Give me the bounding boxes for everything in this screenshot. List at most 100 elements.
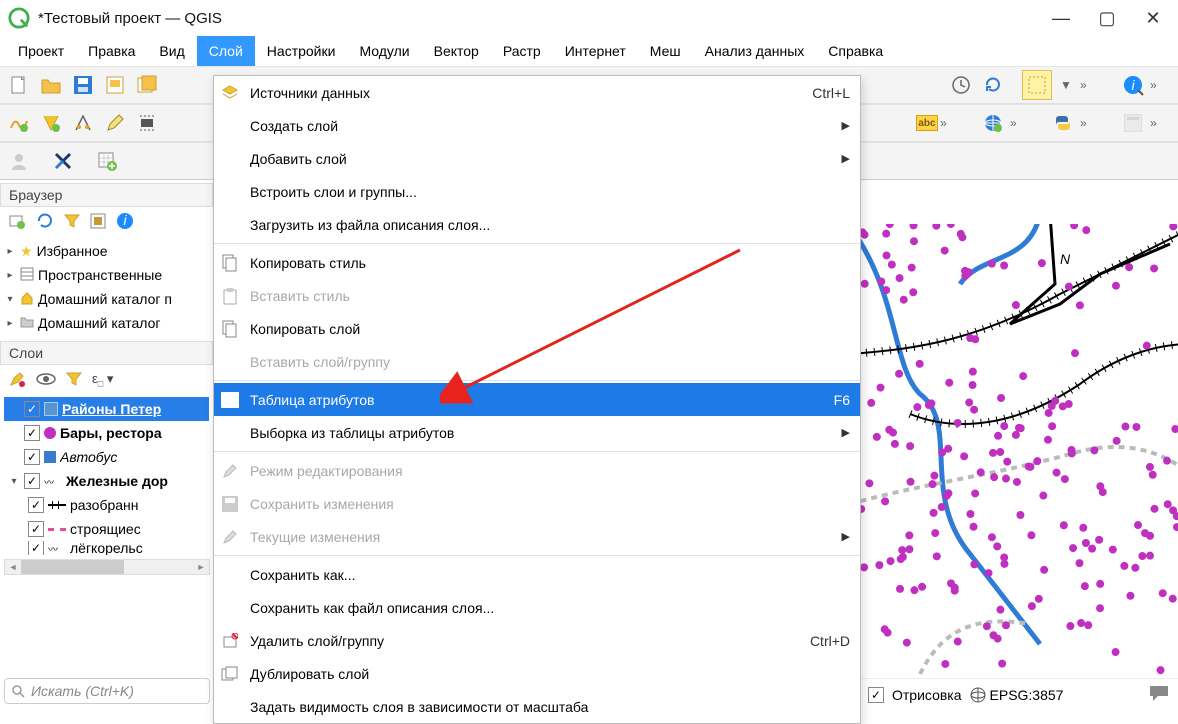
menu-модули[interactable]: Модули (347, 36, 421, 66)
menu-слой[interactable]: Слой (197, 36, 255, 66)
close-button[interactable]: ✕ (1130, 2, 1176, 34)
style-icon[interactable] (8, 370, 26, 391)
globe-button[interactable] (978, 108, 1008, 138)
layer-item[interactable]: ✓Автобус (4, 445, 209, 469)
menu-item[interactable]: Копировать слой (214, 312, 860, 345)
new-project-button[interactable] (4, 70, 34, 100)
menu-item-label: Копировать слой (250, 321, 850, 337)
pencil-icon (220, 461, 240, 481)
menu-интернет[interactable]: Интернет (553, 36, 638, 66)
vector-tool-3[interactable] (68, 108, 98, 138)
layers-tree[interactable]: ✓Районы Петер✓Бары, рестора✓Автобус▾✓〰Же… (0, 395, 213, 557)
menu-вектор[interactable]: Вектор (422, 36, 491, 66)
python-button[interactable] (1048, 108, 1078, 138)
overflow-3[interactable]: » (940, 116, 964, 130)
menu-item[interactable]: Копировать стиль (214, 246, 860, 279)
blank-icon (220, 182, 240, 202)
add-layer-icon[interactable] (8, 212, 26, 233)
refresh-button[interactable] (978, 70, 1008, 100)
menu-item[interactable]: Загрузить из файла описания слоя... (214, 208, 860, 241)
info-icon[interactable]: i (116, 212, 134, 233)
toolbar-overflow-1[interactable]: » (1080, 78, 1104, 92)
map-plus-icon[interactable] (92, 146, 122, 176)
pencil-icon (220, 527, 240, 547)
vector-tool-1[interactable] (4, 108, 34, 138)
render-checkbox[interactable]: ✓ (868, 687, 884, 703)
browser-tree[interactable]: ▸★Избранное▸Пространственные▾Домашний ка… (0, 237, 213, 337)
expression-icon[interactable]: ε□ ▾ (92, 371, 113, 389)
overflow-6[interactable]: » (1150, 116, 1174, 130)
menu-item: Вставить стиль (214, 279, 860, 312)
shortcut-label: Ctrl+D (810, 633, 850, 649)
layers-scrollbar[interactable]: ◄► (4, 559, 210, 575)
layout-manager-button[interactable] (132, 70, 162, 100)
menu-item[interactable]: Встроить слои и группы... (214, 175, 860, 208)
menu-item[interactable]: Сохранить как файл описания слоя... (214, 591, 860, 624)
menu-справка[interactable]: Справка (816, 36, 895, 66)
menu-item[interactable]: Сохранить как... (214, 558, 860, 591)
menu-item-label: Текущие изменения (250, 529, 832, 545)
menu-проект[interactable]: Проект (6, 36, 76, 66)
pencil-tool[interactable] (100, 108, 130, 138)
menu-меш[interactable]: Меш (638, 36, 693, 66)
blank-icon (220, 423, 240, 443)
vector-tool-2[interactable] (36, 108, 66, 138)
browser-item[interactable]: ▸Домашний каталог (4, 311, 209, 335)
clock-icon[interactable] (946, 70, 976, 100)
shortcut-label: Ctrl+L (812, 85, 850, 101)
label-tool[interactable]: abc (916, 115, 938, 131)
layer-item[interactable]: ✓Бары, рестора (4, 421, 209, 445)
open-project-button[interactable] (36, 70, 66, 100)
menu-item[interactable]: Добавить слой▶ (214, 142, 860, 175)
save-button[interactable] (68, 70, 98, 100)
menu-item[interactable]: Выборка из таблицы атрибутов▶ (214, 416, 860, 449)
menu-item[interactable]: Удалить слой/группуCtrl+D (214, 624, 860, 657)
select-tool-dropdown[interactable]: ▼ (1054, 70, 1078, 100)
filter-layers-icon[interactable] (66, 371, 82, 390)
eye-icon[interactable] (36, 372, 56, 389)
processor-tool[interactable] (132, 108, 162, 138)
menu-item[interactable]: Таблица атрибутовF6 (214, 383, 860, 416)
collapse-icon[interactable] (90, 213, 106, 232)
messages-icon[interactable] (1148, 684, 1170, 705)
search-icon (11, 684, 25, 698)
layer-item[interactable]: ✓〰лёгкорельс (4, 541, 209, 555)
menubar: ПроектПравкаВидСлойНастройкиМодулиВектор… (0, 36, 1178, 66)
refresh-icon[interactable] (36, 212, 54, 233)
menu-item[interactable]: Дублировать слой (214, 657, 860, 690)
render-label: Отрисовка (892, 687, 962, 703)
browser-item[interactable]: ▸Пространственные (4, 263, 209, 287)
menu-растр[interactable]: Растр (491, 36, 553, 66)
crs-button[interactable]: EPSG:3857 (970, 687, 1064, 703)
menu-анализ данных[interactable]: Анализ данных (693, 36, 817, 66)
layer-item[interactable]: ✓разобранн (4, 493, 209, 517)
maximize-button[interactable]: ▢ (1084, 2, 1130, 34)
filter-icon[interactable] (64, 213, 80, 232)
browser-item[interactable]: ▸★Избранное (4, 239, 209, 263)
toolbar-overflow-2[interactable]: » (1150, 78, 1174, 92)
layer-item[interactable]: ▾✓〰Железные дор (4, 469, 209, 493)
overflow-5[interactable]: » (1080, 116, 1104, 130)
menu-item-label: Режим редактирования (250, 463, 850, 479)
browser-item[interactable]: ▾Домашний каталог п (4, 287, 209, 311)
user-icon[interactable] (4, 146, 34, 176)
x-logo-icon[interactable] (48, 146, 78, 176)
identify-button[interactable]: i (1118, 70, 1148, 100)
minimize-button[interactable]: — (1038, 2, 1084, 34)
menu-настройки[interactable]: Настройки (255, 36, 348, 66)
blank-icon (220, 598, 240, 618)
panel-button[interactable] (1118, 108, 1148, 138)
overflow-4[interactable]: » (1010, 116, 1034, 130)
layer-item[interactable]: ✓Районы Петер (4, 397, 209, 421)
map-canvas[interactable]: N (860, 224, 1178, 676)
menu-item[interactable]: Задать видимость слоя в зависимости от м… (214, 690, 860, 723)
select-tool-button[interactable] (1022, 70, 1052, 100)
new-layout-button[interactable] (100, 70, 130, 100)
layer-item[interactable]: ✓строящиес (4, 517, 209, 541)
search-input[interactable]: Искать (Ctrl+K) (4, 678, 210, 704)
menu-item[interactable]: Источники данныхCtrl+L (214, 76, 860, 109)
menu-правка[interactable]: Правка (76, 36, 147, 66)
search-placeholder: Искать (Ctrl+K) (31, 683, 134, 699)
menu-вид[interactable]: Вид (147, 36, 196, 66)
menu-item[interactable]: Создать слой▶ (214, 109, 860, 142)
